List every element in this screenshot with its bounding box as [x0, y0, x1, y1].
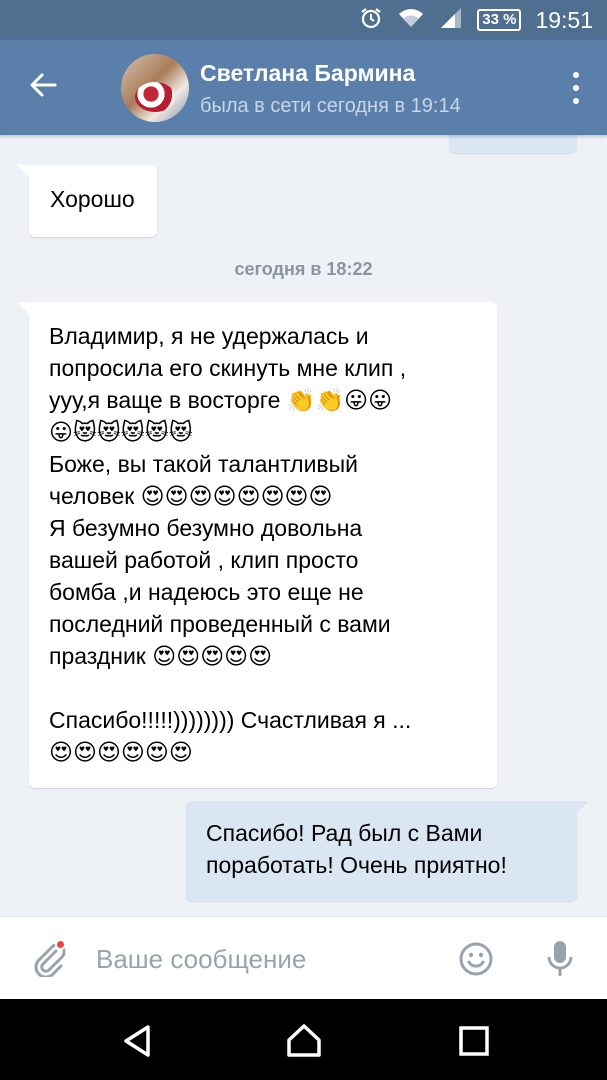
home-icon	[287, 1024, 321, 1057]
message-text: Спасибо! Рад был с Вами поработать! Очен…	[206, 820, 507, 878]
nav-back-button[interactable]	[118, 1021, 158, 1061]
previous-outgoing-message[interactable]	[449, 135, 577, 153]
clock: 19:51	[535, 6, 593, 33]
avatar-photo	[135, 82, 175, 112]
nav-recents-button[interactable]	[454, 1021, 494, 1061]
arrow-left-icon	[30, 73, 57, 97]
contact-name[interactable]: Светлана Бармина	[200, 60, 415, 87]
microphone-icon	[547, 941, 573, 976]
system-nav-bar	[0, 999, 607, 1080]
message-list[interactable]: Хорошо сегодня в 18:22 Владимир, я не уд…	[0, 135, 607, 915]
battery-indicator: 33 %	[477, 9, 522, 31]
message-input[interactable]	[96, 937, 436, 981]
status-bar: 33 % 19:51	[0, 0, 607, 40]
alarm-icon	[359, 6, 383, 34]
message-text: Хорошо	[50, 186, 135, 212]
nav-home-button[interactable]	[284, 1021, 324, 1061]
incoming-message[interactable]: Хорошо	[17, 165, 157, 237]
dot	[573, 85, 579, 91]
voice-message-button[interactable]	[546, 939, 574, 979]
incoming-message[interactable]: Владимир, я не удержалась и попросила ег…	[17, 302, 497, 788]
dot	[573, 98, 579, 104]
square-recents-icon	[459, 1026, 489, 1056]
message-text: Владимир, я не удержалась и попросила ег…	[49, 323, 412, 765]
date-separator: сегодня в 18:22	[234, 259, 373, 279]
dot	[573, 72, 579, 78]
more-options-button[interactable]	[571, 72, 581, 104]
avatar[interactable]	[121, 54, 189, 122]
outgoing-message[interactable]: Спасибо! Рад был с Вами поработать! Очен…	[186, 801, 589, 901]
smile-icon	[459, 942, 493, 976]
back-button[interactable]	[28, 70, 68, 106]
contact-last-seen: была в сети сегодня в 19:14	[200, 95, 461, 117]
signal-icon	[439, 7, 463, 33]
triangle-back-icon	[124, 1025, 150, 1057]
emoji-button[interactable]	[458, 941, 494, 977]
message-composer	[0, 916, 607, 999]
attachment-badge	[55, 939, 66, 950]
chat-header: Светлана Бармина была в сети сегодня в 1…	[0, 40, 607, 135]
wifi-icon	[397, 7, 425, 33]
